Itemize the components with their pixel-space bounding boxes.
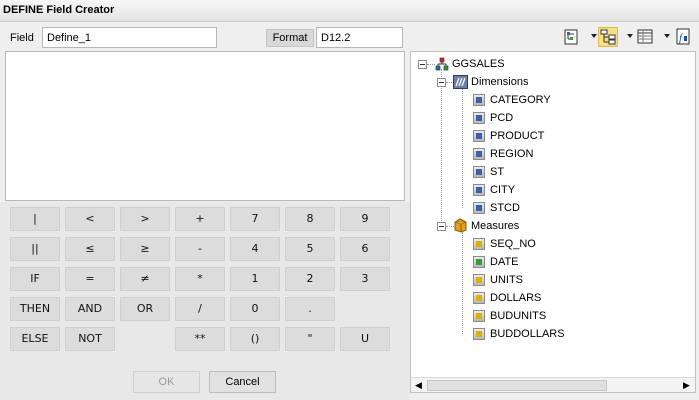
tree-dimensions-label[interactable]: Dimensions bbox=[471, 76, 528, 88]
tree-horizontal-scrollbar[interactable]: ◀ ▶ bbox=[411, 377, 695, 392]
key-5[interactable]: 5 bbox=[285, 237, 335, 261]
tree-item-buddollars[interactable]: BUDDOLLARS bbox=[490, 328, 565, 340]
key-quote[interactable]: " bbox=[285, 327, 335, 351]
tree-item-budunits[interactable]: BUDUNITS bbox=[490, 310, 546, 322]
title-bar: DEFINE Field Creator bbox=[0, 0, 699, 22]
format-label: Format bbox=[266, 29, 314, 47]
key-pipe[interactable]: | bbox=[10, 207, 60, 231]
key-2[interactable]: 2 bbox=[285, 267, 335, 291]
measure-group-icon bbox=[454, 218, 467, 233]
key-4[interactable]: 4 bbox=[230, 237, 280, 261]
key-not[interactable]: NOT bbox=[65, 327, 115, 351]
key-and[interactable]: AND bbox=[65, 297, 115, 321]
scroll-right-icon[interactable]: ▶ bbox=[680, 379, 693, 392]
tree-item-category[interactable]: CATEGORY bbox=[490, 94, 551, 106]
tree-root-label[interactable]: GGSALES bbox=[452, 58, 505, 70]
key-9[interactable]: 9 bbox=[340, 207, 390, 231]
cancel-button[interactable]: Cancel bbox=[209, 371, 276, 393]
expression-editor[interactable] bbox=[5, 51, 405, 201]
tree-item-product[interactable]: PRODUCT bbox=[490, 130, 544, 142]
key-multiply[interactable]: * bbox=[175, 267, 225, 291]
measure-field-icon bbox=[473, 292, 485, 304]
function-icon: f bbox=[676, 28, 690, 45]
tree-item-city[interactable]: CITY bbox=[490, 184, 515, 196]
key-then[interactable]: THEN bbox=[10, 297, 60, 321]
list-view-button[interactable] bbox=[635, 27, 655, 47]
key-3[interactable]: 3 bbox=[340, 267, 390, 291]
key-decimal[interactable]: . bbox=[285, 297, 335, 321]
ok-button[interactable]: OK bbox=[133, 371, 200, 393]
tree-item-date[interactable]: DATE bbox=[490, 256, 519, 268]
tree-measures-label[interactable]: Measures bbox=[471, 220, 519, 232]
function-button[interactable]: f bbox=[673, 27, 693, 47]
measure-field-icon bbox=[473, 310, 485, 322]
data-source-icon bbox=[435, 57, 449, 71]
key-greater-than[interactable]: > bbox=[120, 207, 170, 231]
key-8[interactable]: 8 bbox=[285, 207, 335, 231]
dimension-field-icon bbox=[473, 166, 485, 178]
measure-field-icon bbox=[473, 238, 485, 250]
tree-view-icon bbox=[564, 29, 578, 45]
tree-item-pcd[interactable]: PCD bbox=[490, 112, 513, 124]
dimension-field-icon bbox=[473, 130, 485, 142]
key-power[interactable]: ** bbox=[175, 327, 225, 351]
tree-view-dropdown-icon[interactable] bbox=[591, 34, 597, 38]
key-minus[interactable]: - bbox=[175, 237, 225, 261]
tree-item-stcd[interactable]: STCD bbox=[490, 202, 520, 214]
hierarchy-view-dropdown-icon[interactable] bbox=[627, 34, 633, 38]
measure-field-icon bbox=[473, 328, 485, 340]
hierarchy-view-icon bbox=[600, 29, 616, 45]
key-6[interactable]: 6 bbox=[340, 237, 390, 261]
measure-field-icon bbox=[473, 274, 485, 286]
key-equals[interactable]: = bbox=[65, 267, 115, 291]
key-parentheses[interactable]: () bbox=[230, 327, 280, 351]
dimension-field-icon bbox=[473, 184, 485, 196]
dimension-field-icon bbox=[473, 202, 485, 214]
root-collapse-toggle[interactable] bbox=[418, 60, 427, 69]
dimension-field-icon bbox=[473, 148, 485, 160]
window-title: DEFINE Field Creator bbox=[3, 4, 115, 16]
dimension-group-icon bbox=[453, 75, 468, 89]
date-field-icon bbox=[473, 256, 485, 268]
tree-item-st[interactable]: ST bbox=[490, 166, 504, 178]
measures-collapse-toggle[interactable] bbox=[437, 222, 446, 231]
scroll-left-icon[interactable]: ◀ bbox=[412, 379, 425, 392]
list-view-icon bbox=[637, 29, 653, 44]
format-input[interactable] bbox=[316, 27, 403, 48]
tree-item-region[interactable]: REGION bbox=[490, 148, 533, 160]
tree-item-units[interactable]: UNITS bbox=[490, 274, 523, 286]
key-if[interactable]: IF bbox=[10, 267, 60, 291]
key-1[interactable]: 1 bbox=[230, 267, 280, 291]
tree-item-dollars[interactable]: DOLLARS bbox=[490, 292, 541, 304]
dimension-field-icon bbox=[473, 112, 485, 124]
hierarchy-view-button[interactable] bbox=[598, 27, 618, 47]
key-less-equal[interactable]: ≤ bbox=[65, 237, 115, 261]
tree-view-button[interactable] bbox=[562, 27, 582, 47]
key-less-than[interactable]: < bbox=[65, 207, 115, 231]
key-double-pipe[interactable]: || bbox=[10, 237, 60, 261]
key-not-equal[interactable]: ≠ bbox=[120, 267, 170, 291]
tree-item-seq-no[interactable]: SEQ_NO bbox=[490, 238, 536, 250]
key-else[interactable]: ELSE bbox=[10, 327, 60, 351]
key-plus[interactable]: + bbox=[175, 207, 225, 231]
field-label: Field bbox=[10, 32, 34, 44]
key-7[interactable]: 7 bbox=[230, 207, 280, 231]
dimension-field-icon bbox=[473, 94, 485, 106]
list-view-dropdown-icon[interactable] bbox=[664, 34, 670, 38]
key-u[interactable]: U bbox=[340, 327, 390, 351]
field-name-input[interactable] bbox=[42, 27, 217, 48]
scroll-thumb[interactable] bbox=[427, 380, 607, 391]
dimensions-collapse-toggle[interactable] bbox=[437, 78, 446, 87]
key-0[interactable]: 0 bbox=[230, 297, 280, 321]
key-divide[interactable]: / bbox=[175, 297, 225, 321]
key-or[interactable]: OR bbox=[120, 297, 170, 321]
key-greater-equal[interactable]: ≥ bbox=[120, 237, 170, 261]
